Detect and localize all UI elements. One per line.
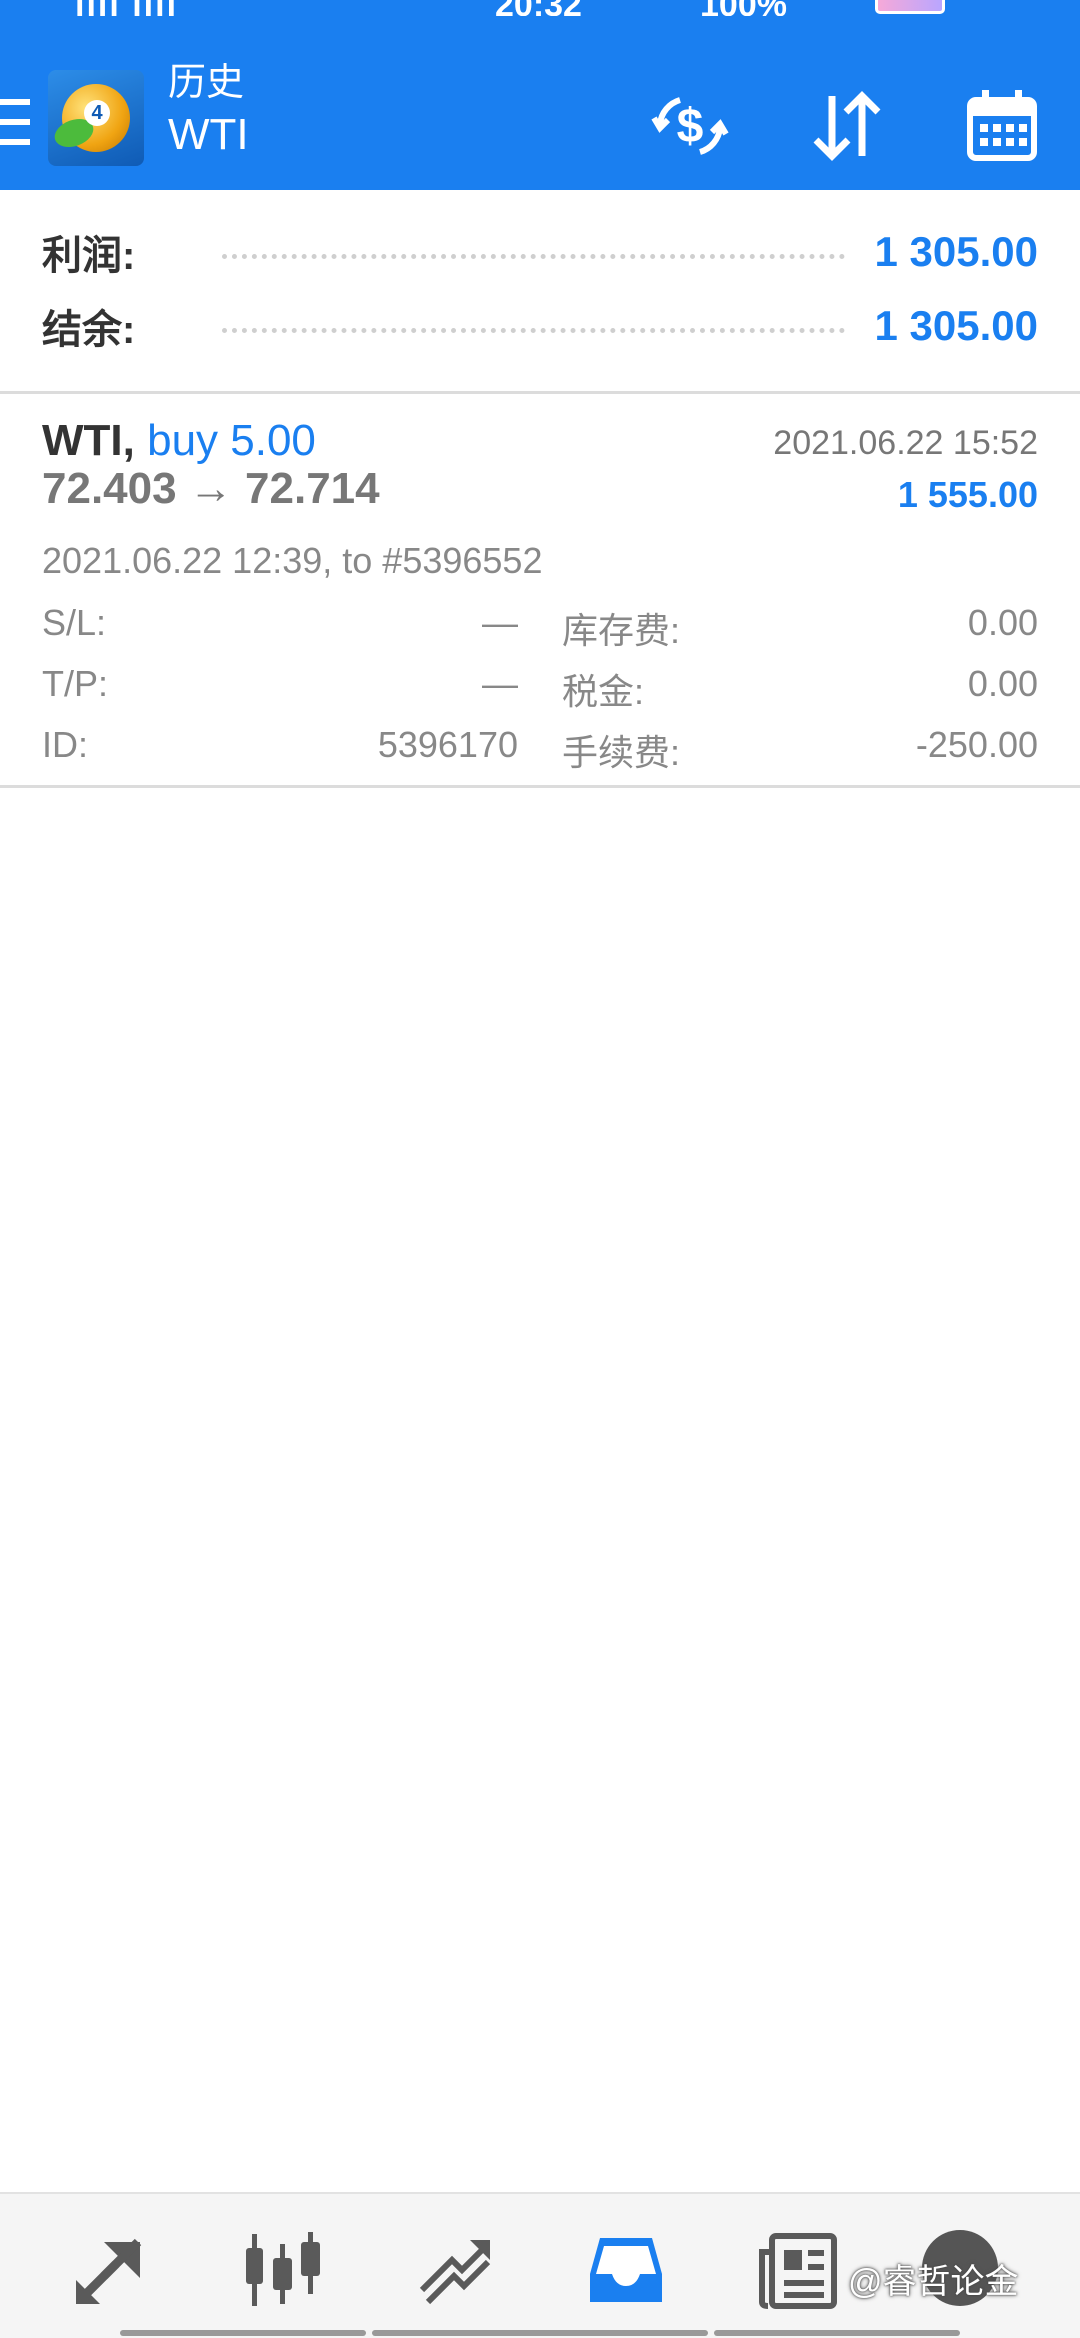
swap-value: 0.00 [967,602,1038,643]
profit-value: 1 305.00 [874,228,1039,275]
commission-label: 手续费: [562,732,681,773]
app-bar: 4 历史 WTI $ [0,16,1080,190]
trade-icon[interactable] [414,2230,494,2310]
trade-open-info: 2021.06.22 12:39, to #5396552 [42,540,543,581]
status-bar: ııll ııll 20:32 100% [0,0,1080,16]
dotted-leader [222,253,845,259]
battery-icon [875,0,945,14]
currency-exchange-icon[interactable]: $ [650,86,730,166]
trade-close-time: 2021.06.22 15:52 [773,424,1038,462]
sl-value: — [482,602,518,643]
balance-row: 结余: 1 305.00 [42,296,1038,356]
svg-text:$: $ [677,100,704,153]
trade-prices: 72.403 → 72.714 [42,464,380,513]
gesture-bar-segment [120,2330,366,2336]
app-logo: 4 [48,70,144,166]
quotes-icon[interactable] [70,2230,150,2310]
status-time: 20:32 [495,0,582,16]
page-title-group: 历史 WTI [168,60,249,164]
gesture-bar-segment [714,2330,960,2336]
trade-profit: 1 555.00 [897,474,1038,515]
calendar-icon[interactable] [962,86,1042,166]
profit-row: 利润: 1 305.00 [42,222,1038,282]
profit-label: 利润: [42,234,136,278]
tp-label: T/P: [42,663,109,704]
battery-percent: 100% [700,0,787,16]
commission-value: -250.00 [915,724,1038,765]
sort-icon[interactable] [806,86,886,166]
id-label: ID: [42,724,89,765]
page-title: 历史 [168,62,245,104]
trade-symbol: WTI, [42,416,135,465]
watermark: @睿哲论金 [848,2263,1019,2301]
trade-symbol-line: WTI, buy 5.00 [42,416,316,466]
history-icon[interactable] [586,2230,666,2310]
chart-icon[interactable] [242,2230,322,2310]
signal-indicator: ııll ııll [75,0,178,16]
bottom-navigation: @睿哲论金 [0,2192,1080,2338]
trade-history-item[interactable]: WTI, buy 5.00 2021.06.22 15:52 72.403 → … [0,394,1080,788]
gesture-bar-segment [372,2330,708,2336]
balance-value: 1 305.00 [874,302,1039,349]
menu-icon[interactable] [0,99,30,145]
sl-label: S/L: [42,602,107,643]
tp-value: — [482,663,518,704]
page-subtitle: WTI [168,110,249,159]
history-summary: 利润: 1 305.00 结余: 1 305.00 [0,190,1080,394]
balance-label: 结余: [42,308,136,352]
id-value: 5396170 [377,724,518,765]
swap-label: 库存费: [562,610,681,651]
tax-label: 税金: [562,671,645,712]
trade-side-volume: buy 5.00 [147,416,316,465]
tax-value: 0.00 [967,663,1038,704]
dotted-leader [222,327,845,333]
news-icon[interactable] [758,2230,838,2310]
